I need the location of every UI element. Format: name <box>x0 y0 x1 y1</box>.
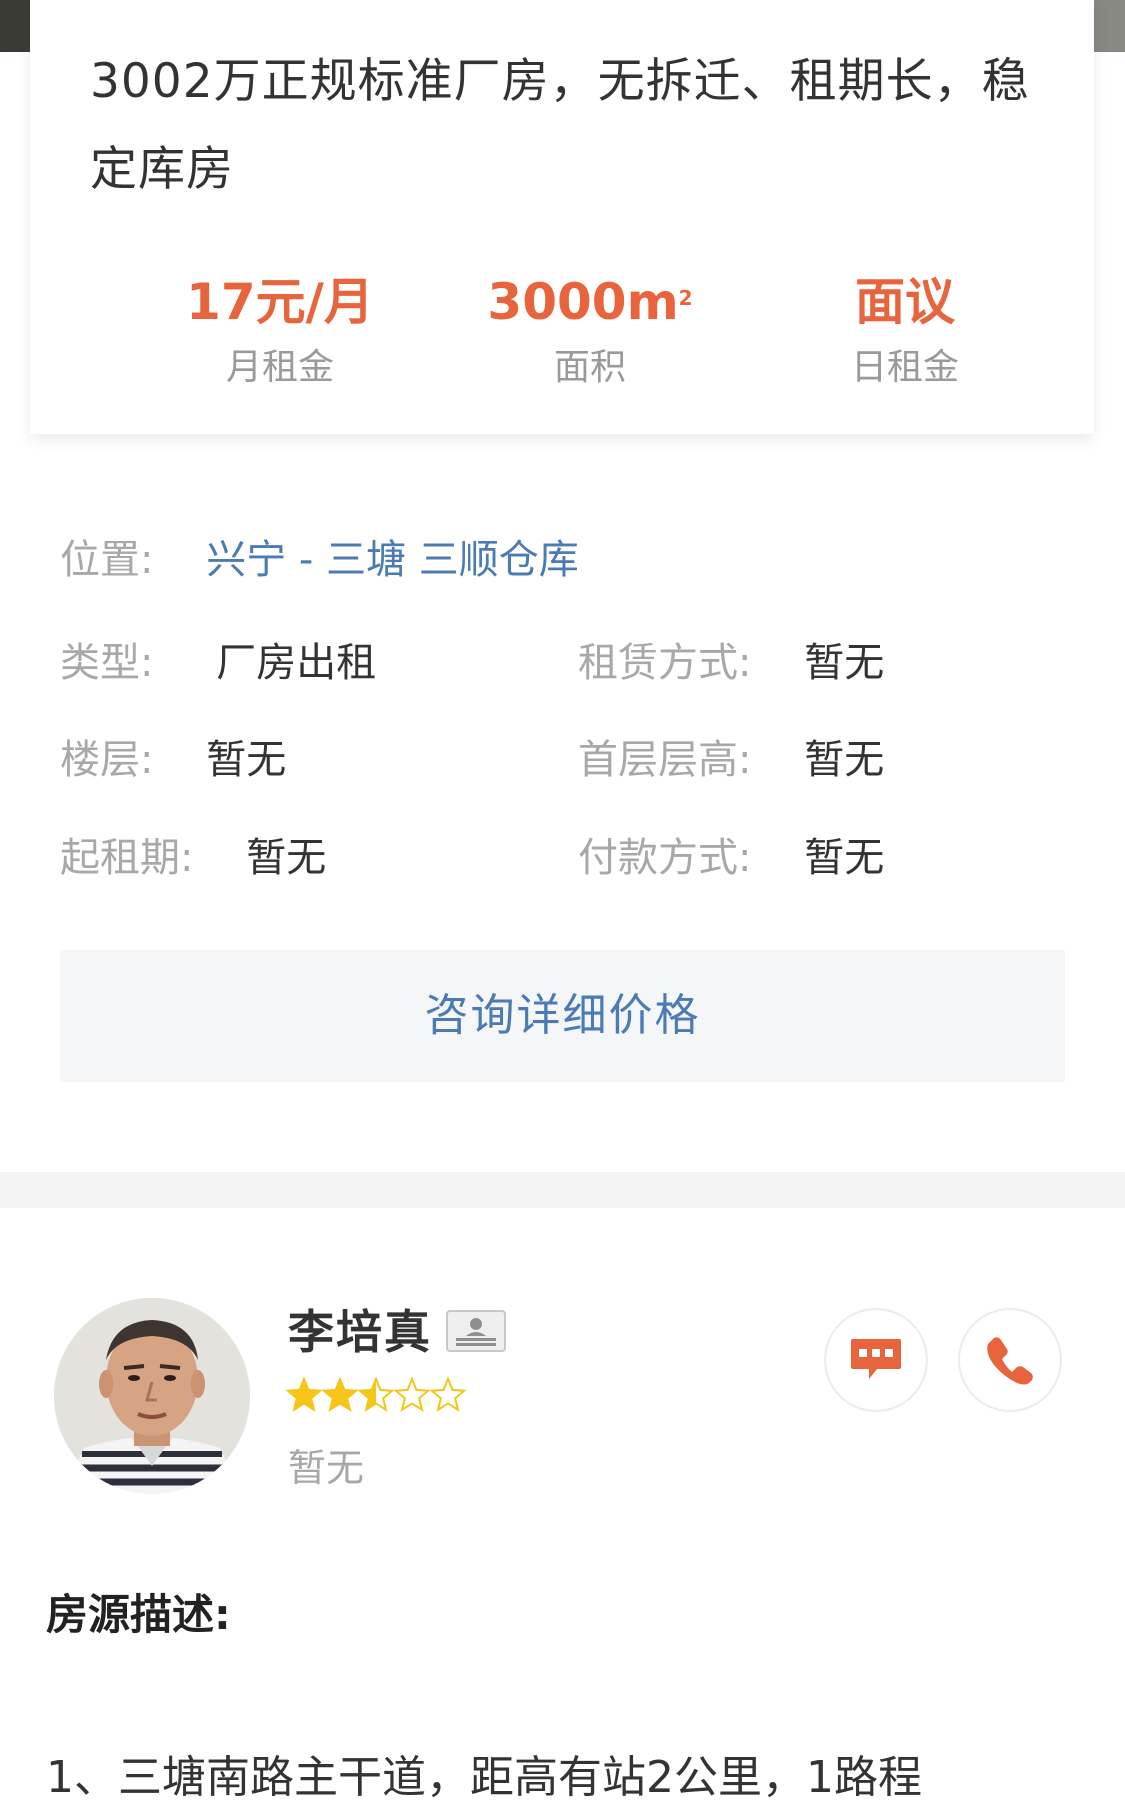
stat-area-number: 3000m <box>487 273 679 331</box>
rating-stars-graphic <box>285 1376 467 1412</box>
detail-first-floor-height-key: 首层层高: <box>578 737 752 783</box>
detail-lease-method-value: 暂无 <box>804 640 885 686</box>
detail-payment-key: 付款方式: <box>578 835 752 881</box>
rating-star <box>357 1376 395 1412</box>
stat-monthly-rent-label: 月租金 <box>225 347 334 388</box>
chat-icon <box>851 1339 901 1379</box>
rating-star <box>285 1376 323 1412</box>
detail-min-lease: 起租期: 暂无 <box>60 828 326 888</box>
detail-first-floor-height: 首层层高: 暂无 <box>578 730 884 790</box>
id-verified-icon <box>446 1310 506 1352</box>
agent-avatar-image <box>54 1298 250 1494</box>
detail-type-value: 厂房出租 <box>216 640 377 686</box>
rating-star <box>393 1376 431 1412</box>
stat-area-label: 面积 <box>553 347 626 388</box>
chat-button[interactable] <box>824 1308 928 1412</box>
stat-monthly-rent-value: 17元/月 <box>186 273 374 331</box>
detail-lease-method-key: 租赁方式: <box>578 640 752 686</box>
agent-subtitle: 暂无 <box>288 1446 365 1490</box>
stat-area-value: 3000m2 <box>460 270 720 334</box>
detail-floor-value: 暂无 <box>206 737 287 783</box>
agent-avatar[interactable] <box>54 1298 250 1494</box>
agent-rating-stars <box>285 1374 467 1418</box>
detail-type: 类型: 厂房出租 <box>60 633 376 693</box>
agent-name: 李培真 <box>288 1305 432 1359</box>
listing-title: 3002万正规标准厂房，无拆迁、租期长，稳定库房 <box>90 54 1030 197</box>
phone-button[interactable] <box>958 1308 1062 1412</box>
listing-stats: 17元/月 月租金 3000m2 面积 面议 日租金 <box>30 270 1094 410</box>
rating-star <box>321 1376 359 1412</box>
stat-area: 3000m2 面积 <box>460 270 720 392</box>
phone-icon <box>987 1337 1033 1385</box>
detail-payment-value: 暂无 <box>804 835 885 881</box>
detail-location-key: 位置: <box>60 537 154 583</box>
stat-daily-rent-value: 面议 <box>855 273 955 331</box>
stat-monthly-rent: 17元/月 月租金 <box>150 270 410 392</box>
description-heading: 房源描述: <box>46 1590 231 1639</box>
detail-floor: 楼层: 暂无 <box>60 730 286 790</box>
stat-daily-rent-label: 日租金 <box>850 347 959 388</box>
stat-area-unit-sup: 2 <box>678 286 693 310</box>
detail-min-lease-key: 起租期: <box>60 835 194 881</box>
detail-first-floor-height-value: 暂无 <box>804 737 885 783</box>
rating-star <box>429 1376 467 1412</box>
section-divider <box>0 1172 1125 1208</box>
detail-payment: 付款方式: 暂无 <box>578 828 884 888</box>
detail-lease-method: 租赁方式: 暂无 <box>578 633 884 693</box>
description-first-line: 1、三塘南路主干道，距高有站2公里，1路程 <box>46 1752 922 1803</box>
detail-location-link[interactable]: 兴宁 - 三塘 三顺仓库 <box>206 537 579 583</box>
detail-min-lease-value: 暂无 <box>246 835 327 881</box>
detail-type-key: 类型: <box>60 640 154 686</box>
id-badge-graphic <box>456 1318 496 1346</box>
detail-location[interactable]: 位置: 兴宁 - 三塘 三顺仓库 <box>60 530 579 590</box>
stat-daily-rent: 面议 日租金 <box>775 270 1035 392</box>
consult-price-button[interactable]: 咨询详细价格 <box>60 950 1065 1082</box>
listing-summary-card: 3002万正规标准厂房，无拆迁、租期长，稳定库房 17元/月 月租金 3000m… <box>30 0 1094 434</box>
detail-floor-key: 楼层: <box>60 737 154 783</box>
